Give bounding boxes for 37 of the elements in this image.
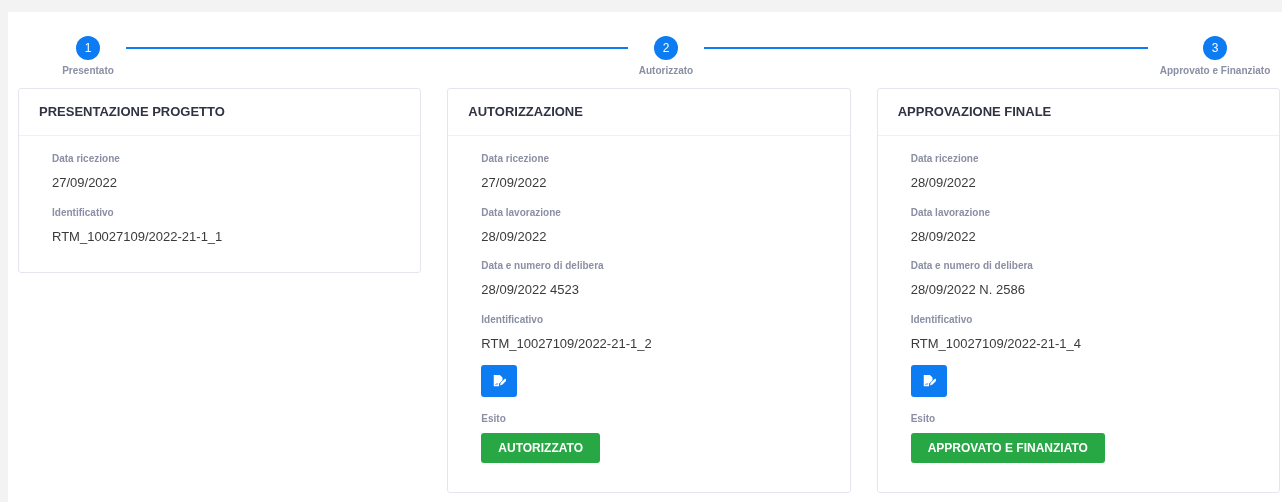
field-label: Data ricezione [910,152,980,166]
card-title: AUTORIZZAZIONE [448,89,850,136]
edit-button[interactable] [481,365,518,397]
field-value: RTM_10027109/2022-21-1_2 [481,334,653,353]
field-value: RTM_10027109/2022-21-1_4 [910,334,1082,353]
field-label: Esito [910,412,937,426]
field-label: Identificativo [481,312,544,327]
field-label: Esito [481,412,507,426]
step-number: 2 [654,36,678,60]
edit-button[interactable] [910,365,947,397]
field-value: 27/09/2022 [52,174,119,192]
field-label: Identificativo [910,312,974,327]
field-label: Data ricezione [52,152,121,166]
edit-document-icon [921,374,936,388]
outcome-badge: AUTORIZZATO [481,433,600,463]
step-label: Autorizzato [638,64,694,78]
field-label: Data e numero di delibera [910,259,1034,273]
field-value: RTM_10027109/2022-21-1_1 [52,227,224,246]
field-value: 28/09/2022 [910,227,977,246]
card-title: PRESENTAZIONE PROGETTO [19,89,421,136]
step-label: Presentato [62,64,114,78]
outcome-badge: APPROVATO E FINANZIATO [910,433,1105,463]
field-label: Data e numero di delibera [481,259,605,273]
field-value: 28/09/2022 [481,227,548,246]
field-label: Data ricezione [481,152,551,166]
field-value: 28/09/2022 [910,174,977,192]
step-number: 3 [1203,36,1227,60]
field-value: 28/09/2022 4523 [481,281,580,299]
field-value: 27/09/2022 [481,174,548,192]
step-number: 1 [76,36,100,60]
card-title: APPROVAZIONE FINALE [877,89,1279,136]
field-label: Data lavorazione [910,205,992,220]
field-label: Identificativo [52,205,115,220]
field-label: Data lavorazione [481,205,562,220]
edit-document-icon [492,374,507,388]
step-label: Approvato e Finanziato [1159,64,1271,78]
field-value: 28/09/2022 N. 2586 [910,281,1026,299]
